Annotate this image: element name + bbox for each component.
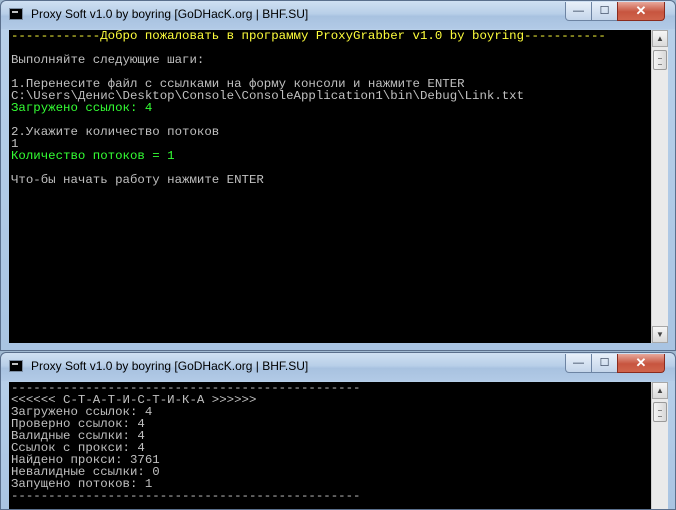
minimize-button[interactable]: — <box>565 354 592 373</box>
console-app-icon[interactable] <box>9 8 23 20</box>
scrollbar-thumb[interactable] <box>653 50 667 70</box>
scrollbar-thumb[interactable] <box>653 402 667 422</box>
console-line: Количество потоков = 1 <box>11 149 175 163</box>
close-button[interactable]: ✕ <box>617 2 665 21</box>
maximize-button[interactable]: ☐ <box>591 354 618 373</box>
console-line: ----------------------------------------… <box>11 489 361 503</box>
console-output[interactable]: ------------Добро пожаловать в программу… <box>9 30 651 343</box>
console-line: Выполняйте следующие шаги: <box>11 53 205 67</box>
close-button[interactable]: ✕ <box>617 354 665 373</box>
scroll-down-arrow-icon[interactable]: ▼ <box>652 326 668 343</box>
console-line: 2.Укажите количество потоков <box>11 125 220 139</box>
console-app-icon[interactable] <box>9 360 23 372</box>
console-window-main: Proxy Soft v1.0 by boyring [GoDHacK.org … <box>0 0 676 351</box>
console-line: Что-бы начать работу нажмите ENTER <box>11 173 264 187</box>
title-bar[interactable]: Proxy Soft v1.0 by boyring [GoDHacK.org … <box>1 353 675 381</box>
console-window-stats: Proxy Soft v1.0 by boyring [GoDHacK.org … <box>0 352 676 510</box>
window-title: Proxy Soft v1.0 by boyring [GoDHacK.org … <box>31 359 309 373</box>
minimize-button[interactable]: — <box>565 2 592 21</box>
console-line: ------------Добро пожаловать в программу… <box>11 30 606 43</box>
maximize-button[interactable]: ☐ <box>591 2 618 21</box>
title-bar[interactable]: Proxy Soft v1.0 by boyring [GoDHacK.org … <box>1 1 675 29</box>
scroll-up-arrow-icon[interactable]: ▲ <box>652 382 668 399</box>
vertical-scrollbar[interactable]: ▲ ▼ <box>651 30 668 343</box>
console-line: Загружено ссылок: 4 <box>11 101 153 115</box>
window-title: Proxy Soft v1.0 by boyring [GoDHacK.org … <box>31 7 309 21</box>
scroll-up-arrow-icon[interactable]: ▲ <box>652 30 668 47</box>
vertical-scrollbar[interactable]: ▲ <box>651 382 668 509</box>
console-output[interactable]: ----------------------------------------… <box>9 382 651 509</box>
